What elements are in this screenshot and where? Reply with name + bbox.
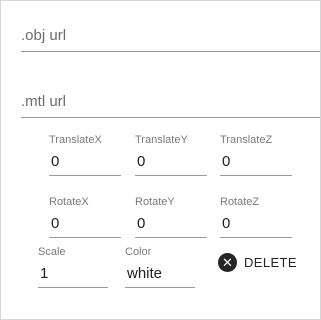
translate-y-underline [135,175,207,176]
rotate-x-value[interactable]: 0 [49,215,121,233]
color-field[interactable]: Color white [125,246,195,288]
translate-y-value[interactable]: 0 [135,153,207,171]
rotate-y-field[interactable]: RotateY 0 [135,196,207,238]
rotate-z-label: RotateZ [220,196,260,208]
color-label: Color [125,246,152,258]
scale-underline [38,287,108,288]
rotate-x-underline [49,237,121,238]
translate-z-underline [220,175,292,176]
translate-z-value[interactable]: 0 [220,153,292,171]
mtl-url-input[interactable]: .mtl url [21,93,66,111]
object-editor-panel: .obj url .mtl url TranslateX 0 Translate… [0,0,321,320]
delete-button[interactable]: ✕ DELETE [218,253,297,272]
translate-x-field[interactable]: TranslateX 0 [49,134,121,176]
scale-field[interactable]: Scale 1 [38,246,108,288]
scale-value[interactable]: 1 [38,265,108,283]
scale-label: Scale [38,246,66,258]
rotate-y-label: RotateY [135,196,175,208]
obj-url-underline [21,51,320,52]
rotate-x-label: RotateX [49,196,89,208]
color-underline [125,287,195,288]
translate-z-label: TranslateZ [220,134,273,146]
translate-z-field[interactable]: TranslateZ 0 [220,134,292,176]
rotate-y-value[interactable]: 0 [135,215,207,233]
translate-y-field[interactable]: TranslateY 0 [135,134,207,176]
obj-url-input[interactable]: .obj url [21,27,66,45]
close-circle-icon: ✕ [218,253,237,272]
rotate-z-underline [220,237,292,238]
translate-y-label: TranslateY [135,134,188,146]
translate-x-label: TranslateX [49,134,102,146]
rotate-y-underline [135,237,207,238]
color-value[interactable]: white [125,265,195,283]
translate-x-value[interactable]: 0 [49,153,121,171]
mtl-url-underline [21,117,320,118]
rotate-z-value[interactable]: 0 [220,215,292,233]
rotate-x-field[interactable]: RotateX 0 [49,196,121,238]
translate-x-underline [49,175,121,176]
rotate-z-field[interactable]: RotateZ 0 [220,196,292,238]
delete-label: DELETE [244,255,297,270]
